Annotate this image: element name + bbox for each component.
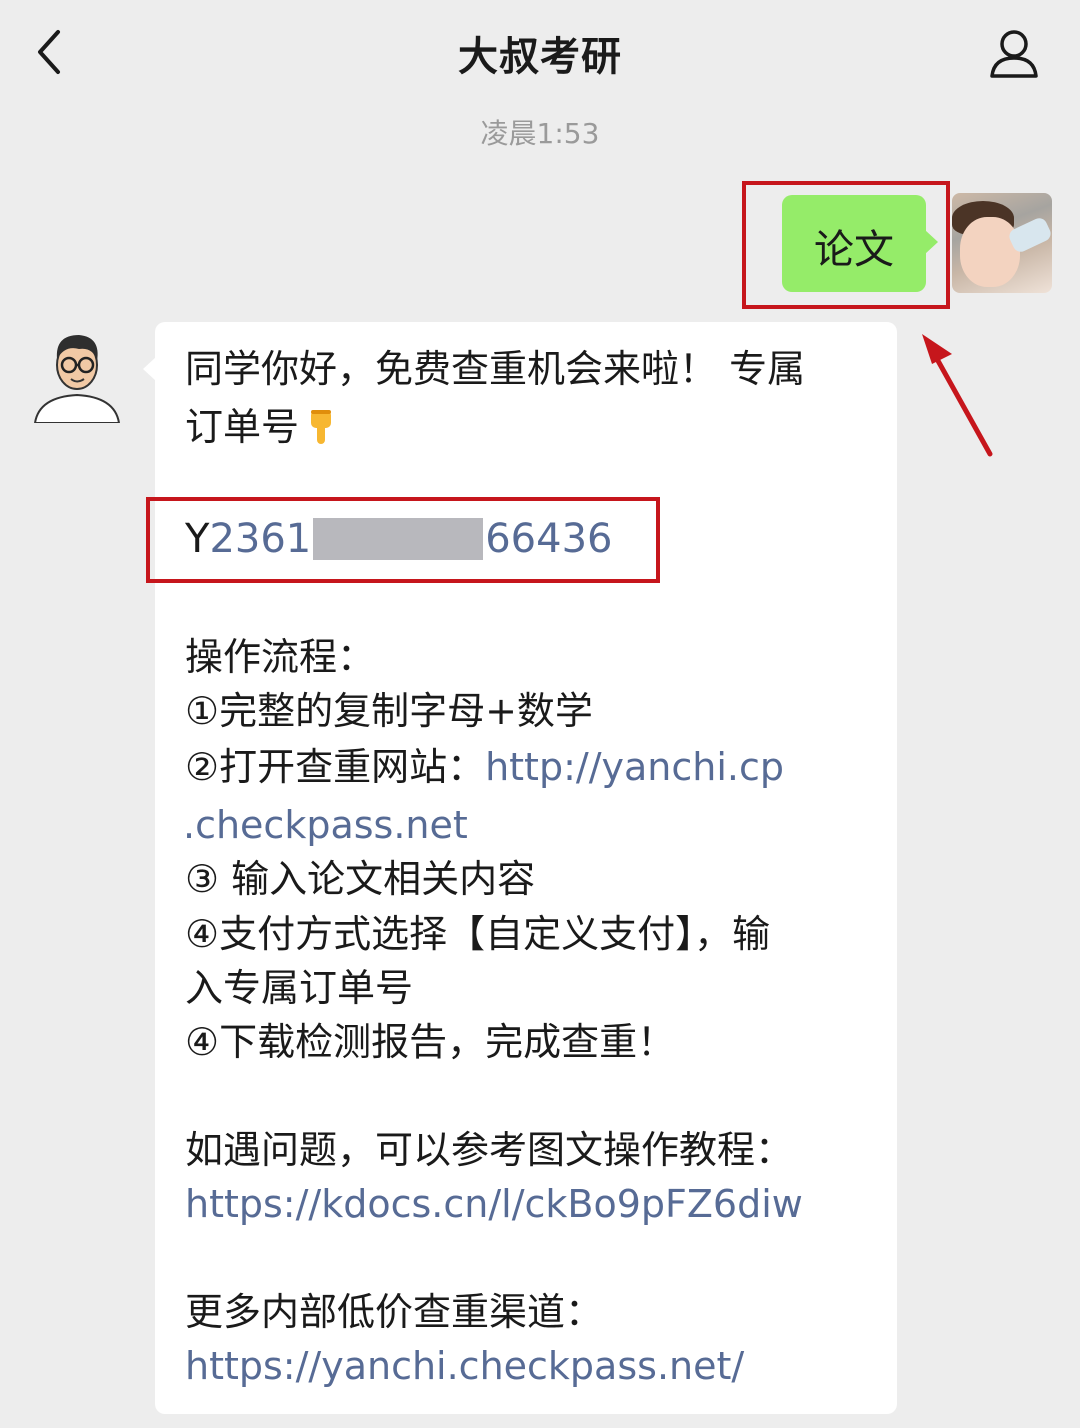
greeting-line-2-text: 订单号 — [185, 405, 300, 449]
highlight-box-order-number — [146, 497, 660, 583]
more-channels-link[interactable]: https://yanchi.checkpass.net/ — [185, 1344, 744, 1390]
profile-button[interactable] — [984, 24, 1044, 84]
red-arrow-annotation — [922, 334, 993, 457]
sender-avatar[interactable] — [27, 323, 127, 423]
step-4b: ④下载检测报告，完成查重！ — [185, 1020, 676, 1064]
incoming-message-bubble[interactable]: 同学你好，免费查重机会来啦！ 专属 订单号 Y2361 66436 操作流程： ①… — [143, 322, 897, 1414]
steps-title: 操作流程： — [185, 635, 376, 679]
chat-header: 大叔考研 — [0, 0, 1080, 105]
help-text: 如遇问题，可以参考图文操作教程： — [185, 1128, 794, 1172]
greeting-line-2: 订单号 — [185, 405, 335, 451]
message-timestamp: 凌晨1:53 — [480, 117, 600, 150]
step-2-link-part-1[interactable]: http://yanchi.cp — [485, 745, 784, 789]
person-icon — [990, 30, 1038, 78]
step-2-link-part-2[interactable]: .checkpass.net — [183, 803, 468, 849]
pointing-down-hand-icon — [311, 410, 332, 444]
more-channels-text: 更多内部低价查重渠道： — [185, 1290, 604, 1334]
step-4a-line-1: ④支付方式选择【自定义支付】，输 — [185, 912, 771, 956]
my-avatar[interactable] — [952, 193, 1052, 293]
step-4a-line-2: 入专属订单号 — [185, 966, 414, 1010]
highlight-box-outgoing — [742, 181, 950, 309]
cartoon-man-avatar — [33, 335, 121, 423]
avatar-face — [960, 217, 1020, 287]
step-2-text: ②打开查重网站： — [185, 745, 486, 789]
help-link[interactable]: https://kdocs.cn/l/ckBo9pFZ6diw — [185, 1182, 803, 1228]
chat-title: 大叔考研 — [458, 34, 622, 80]
step-2: ②打开查重网站：http://yanchi.cp — [185, 745, 784, 791]
step-3: ③ 输入论文相关内容 — [185, 857, 536, 901]
step-1: ①完整的复制字母+数学 — [185, 689, 593, 733]
greeting-line-1: 同学你好，免费查重机会来啦！ 专属 — [185, 347, 806, 391]
